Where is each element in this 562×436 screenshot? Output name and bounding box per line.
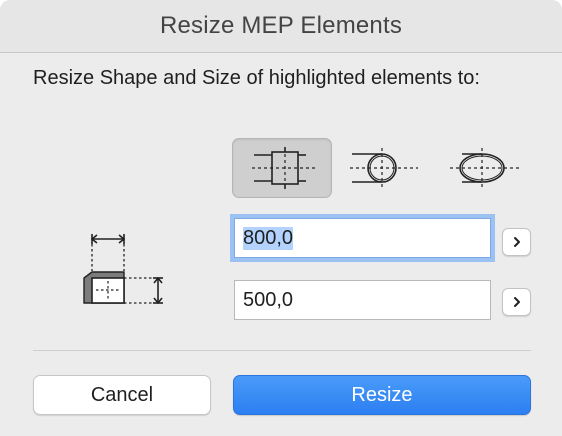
rectangular-duct-icon xyxy=(252,147,318,189)
rectangular-shape-button[interactable] xyxy=(232,138,332,198)
cancel-button[interactable]: Cancel xyxy=(33,375,211,415)
height-arrow-button[interactable] xyxy=(502,288,531,316)
dialog-title: Resize MEP Elements xyxy=(159,12,403,39)
width-arrow-button[interactable] xyxy=(502,228,531,256)
oval-duct-icon xyxy=(450,148,520,188)
resize-button-label: Resize xyxy=(351,383,413,406)
cancel-button-label: Cancel xyxy=(90,383,154,406)
width-field[interactable] xyxy=(234,218,491,258)
circular-shape-button[interactable] xyxy=(332,138,432,198)
circular-duct-icon xyxy=(350,148,418,188)
chevron-right-icon xyxy=(513,237,520,247)
chevron-right-icon xyxy=(513,297,520,307)
resize-button[interactable]: Resize xyxy=(233,375,531,415)
instruction-text: Resize Shape and Size of highlighted ele… xyxy=(33,67,480,89)
title-bar[interactable]: Resize MEP Elements xyxy=(0,0,562,53)
duct-dimensions-icon xyxy=(83,234,163,305)
divider xyxy=(33,350,531,351)
height-field[interactable] xyxy=(234,280,491,320)
oval-shape-button[interactable] xyxy=(432,138,532,198)
resize-mep-dialog: Resize MEP Elements Resize Shape and Siz… xyxy=(0,0,562,436)
